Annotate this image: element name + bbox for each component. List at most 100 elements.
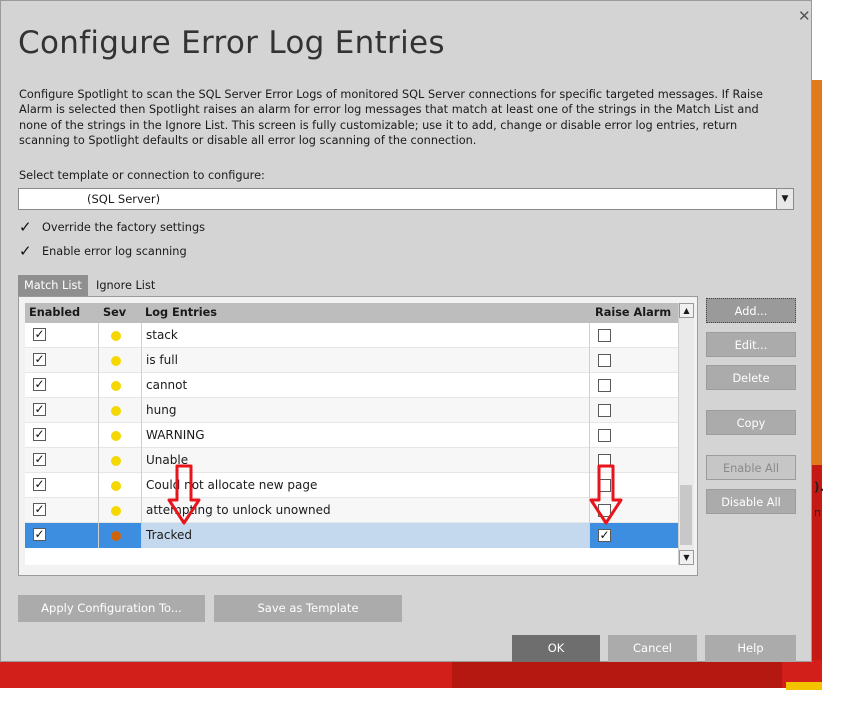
enabled-cell: ✓ bbox=[25, 448, 98, 473]
enable-scanning-label: Enable error log scanning bbox=[42, 245, 187, 258]
enabled-checkbox[interactable]: ✓ bbox=[33, 428, 46, 441]
background-app-accent bbox=[786, 682, 822, 690]
log-entry-cell[interactable]: stack bbox=[142, 323, 589, 348]
log-entry-cell[interactable]: is full bbox=[142, 348, 589, 373]
enabled-cell: ✓ bbox=[25, 423, 98, 448]
log-entry-cell[interactable]: Could not allocate new page bbox=[142, 473, 589, 498]
table-row[interactable]: ✓ WARNING bbox=[25, 423, 678, 448]
severity-cell bbox=[99, 448, 141, 473]
enabled-checkbox[interactable]: ✓ bbox=[33, 503, 46, 516]
grid-header: Enabled Sev Log Entries Raise Alarm bbox=[25, 303, 678, 323]
raise-alarm-cell bbox=[590, 373, 678, 398]
enabled-checkbox[interactable]: ✓ bbox=[33, 528, 46, 541]
raise-alarm-checkbox[interactable] bbox=[598, 404, 611, 417]
severity-cell bbox=[99, 498, 141, 523]
severity-dot-icon bbox=[111, 406, 121, 416]
raise-alarm-cell: ✓ bbox=[590, 523, 678, 548]
override-factory-label: Override the factory settings bbox=[42, 221, 206, 234]
enable-all-button[interactable]: Enable All bbox=[706, 455, 796, 480]
dialog-title: Configure Error Log Entries bbox=[18, 25, 445, 61]
enabled-checkbox[interactable]: ✓ bbox=[33, 328, 46, 341]
scroll-up-icon[interactable]: ▲ bbox=[679, 303, 694, 318]
severity-cell bbox=[99, 348, 141, 373]
delete-button[interactable]: Delete bbox=[706, 365, 796, 390]
enabled-cell: ✓ bbox=[25, 523, 98, 548]
log-entry-cell[interactable]: WARNING bbox=[142, 423, 589, 448]
checkmark-icon: ✓ bbox=[19, 218, 32, 236]
scroll-down-icon[interactable]: ▼ bbox=[679, 550, 694, 565]
column-header-enabled[interactable]: Enabled bbox=[29, 306, 80, 319]
raise-alarm-checkbox[interactable] bbox=[598, 429, 611, 442]
severity-cell bbox=[99, 473, 141, 498]
disable-all-button[interactable]: Disable All bbox=[706, 489, 796, 514]
table-row[interactable]: ✓ Tracked ✓ bbox=[25, 523, 678, 548]
column-divider bbox=[141, 323, 142, 548]
raise-alarm-checkbox[interactable]: ✓ bbox=[598, 529, 611, 542]
enabled-cell: ✓ bbox=[25, 373, 98, 398]
template-select[interactable]: (SQL Server) ▼ bbox=[18, 188, 794, 210]
ok-button[interactable]: OK bbox=[512, 635, 600, 662]
annotation-arrow-down-icon bbox=[167, 464, 201, 525]
tab-ignore-list[interactable]: Ignore List bbox=[90, 275, 161, 296]
table-row[interactable]: ✓ cannot bbox=[25, 373, 678, 398]
enabled-cell: ✓ bbox=[25, 473, 98, 498]
table-row[interactable]: ✓ stack bbox=[25, 323, 678, 348]
table-row[interactable]: ✓ attempting to unlock unowned bbox=[25, 498, 678, 523]
scroll-thumb[interactable] bbox=[680, 485, 692, 545]
dropdown-arrow-icon[interactable]: ▼ bbox=[776, 189, 793, 209]
tab-match-list[interactable]: Match List bbox=[18, 275, 88, 296]
copy-button[interactable]: Copy bbox=[706, 410, 796, 435]
table-row[interactable]: ✓ Could not allocate new page bbox=[25, 473, 678, 498]
table-row[interactable]: ✓ hung bbox=[25, 398, 678, 423]
log-entry-cell[interactable]: attempting to unlock unowned bbox=[142, 498, 589, 523]
severity-dot-icon bbox=[111, 356, 121, 366]
column-header-raise-alarm[interactable]: Raise Alarm bbox=[595, 306, 671, 319]
add-button[interactable]: Add... bbox=[706, 298, 796, 323]
log-entry-cell[interactable]: hung bbox=[142, 398, 589, 423]
background-app-text: ). bbox=[814, 480, 825, 494]
severity-dot-icon bbox=[111, 531, 121, 541]
severity-cell bbox=[99, 373, 141, 398]
log-entry-cell[interactable]: Tracked bbox=[142, 523, 589, 548]
severity-dot-icon bbox=[111, 481, 121, 491]
configure-error-log-dialog: ✕ Configure Error Log Entries Configure … bbox=[0, 0, 812, 662]
edit-button[interactable]: Edit... bbox=[706, 332, 796, 357]
severity-dot-icon bbox=[111, 381, 121, 391]
severity-cell bbox=[99, 423, 141, 448]
severity-cell bbox=[99, 398, 141, 423]
raise-alarm-checkbox[interactable] bbox=[598, 329, 611, 342]
enabled-cell: ✓ bbox=[25, 348, 98, 373]
severity-cell bbox=[99, 323, 141, 348]
enabled-checkbox[interactable]: ✓ bbox=[33, 378, 46, 391]
severity-cell bbox=[99, 523, 141, 548]
enabled-checkbox[interactable]: ✓ bbox=[33, 353, 46, 366]
dialog-description: Configure Spotlight to scan the SQL Serv… bbox=[19, 88, 763, 147]
save-as-template-button[interactable]: Save as Template bbox=[214, 595, 402, 622]
cancel-button[interactable]: Cancel bbox=[608, 635, 697, 662]
background-app-panel-red bbox=[812, 465, 822, 665]
enabled-checkbox[interactable]: ✓ bbox=[33, 478, 46, 491]
enabled-cell: ✓ bbox=[25, 498, 98, 523]
apply-configuration-button[interactable]: Apply Configuration To... bbox=[18, 595, 205, 622]
template-select-value: (SQL Server) bbox=[87, 192, 161, 206]
column-header-sev[interactable]: Sev bbox=[103, 306, 126, 319]
table-row[interactable]: ✓ is full bbox=[25, 348, 678, 373]
log-entry-cell[interactable]: Unable bbox=[142, 448, 589, 473]
severity-dot-icon bbox=[111, 431, 121, 441]
redacted-server-name bbox=[21, 191, 87, 207]
raise-alarm-cell bbox=[590, 398, 678, 423]
log-entry-cell[interactable]: cannot bbox=[142, 373, 589, 398]
enabled-checkbox[interactable]: ✓ bbox=[33, 403, 46, 416]
enabled-checkbox[interactable]: ✓ bbox=[33, 453, 46, 466]
table-row[interactable]: ✓ Unable bbox=[25, 448, 678, 473]
log-entries-grid: Enabled Sev Log Entries Raise Alarm ✓ sta… bbox=[18, 296, 698, 576]
raise-alarm-checkbox[interactable] bbox=[598, 354, 611, 367]
help-button[interactable]: Help bbox=[705, 635, 796, 662]
background-app-panel bbox=[812, 80, 822, 465]
raise-alarm-checkbox[interactable] bbox=[598, 379, 611, 392]
raise-alarm-cell bbox=[590, 423, 678, 448]
close-icon[interactable]: ✕ bbox=[798, 7, 811, 25]
grid-scrollbar[interactable]: ▲ ▼ bbox=[678, 303, 694, 565]
severity-dot-icon bbox=[111, 506, 121, 516]
column-header-log-entries[interactable]: Log Entries bbox=[145, 306, 217, 319]
